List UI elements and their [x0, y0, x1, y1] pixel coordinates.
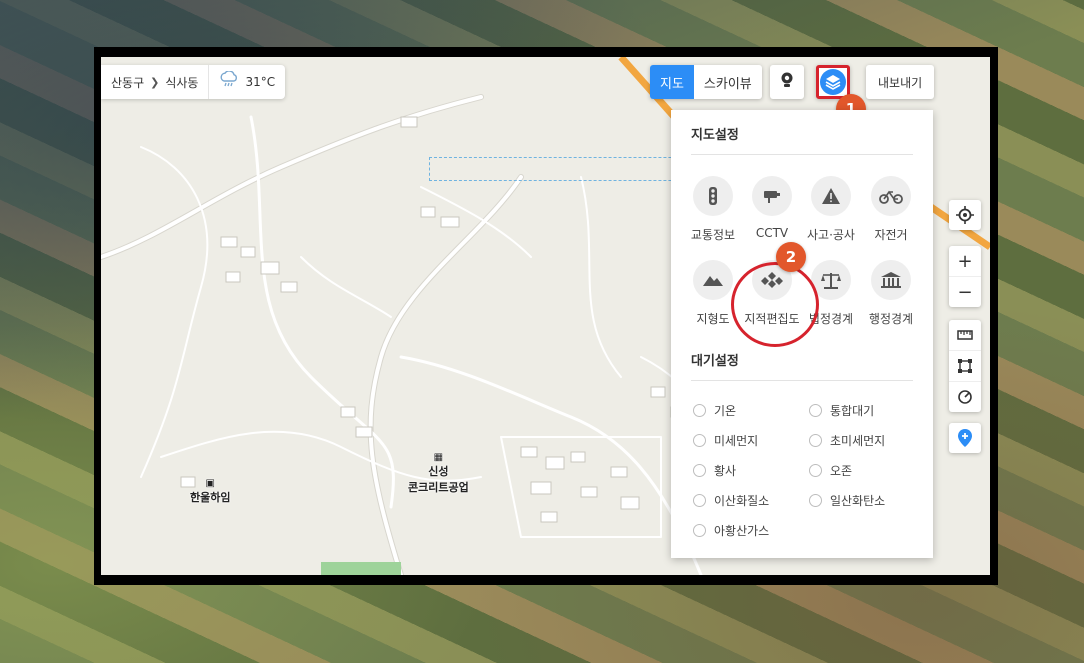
air-option-cai[interactable]: 통합대기: [809, 402, 874, 419]
layer-label: 지형도: [696, 312, 730, 326]
crosshair-icon: [956, 206, 974, 224]
breadcrumb-dong[interactable]: 식사동: [165, 74, 198, 91]
air-option-pm10[interactable]: 미세먼지: [693, 432, 758, 449]
minus-icon: −: [957, 281, 973, 303]
measure-tools: [949, 320, 981, 412]
plus-icon: +: [957, 250, 973, 272]
layer-label: 사고·공사: [807, 228, 855, 242]
layer-cctv[interactable]: CCTV: [738, 176, 806, 240]
poi-label-line2: 콘크리트공업: [408, 481, 469, 494]
air-option-ozone[interactable]: 오존: [809, 462, 852, 479]
building-icon: ▣: [205, 478, 215, 489]
air-option-label: 미세먼지: [714, 434, 759, 448]
radio-button[interactable]: [693, 524, 706, 537]
air-option-temperature[interactable]: 기온: [693, 402, 736, 419]
radio-button[interactable]: [693, 434, 706, 447]
place-control: [949, 423, 981, 453]
poi-hanul-haim[interactable]: ▣ 한울하임: [190, 478, 230, 505]
highlight-ring: [731, 262, 819, 347]
bicycle-icon: [871, 176, 911, 216]
poi-label: 한울하임: [190, 491, 231, 504]
air-option-no2[interactable]: 이산화질소: [693, 492, 769, 509]
layer-label: 교통정보: [690, 228, 736, 242]
layers-button[interactable]: [816, 65, 850, 99]
air-option-label: 초미세먼지: [830, 434, 886, 448]
divider: [691, 154, 913, 155]
traffic-light-icon: [693, 176, 733, 216]
breadcrumb-region[interactable]: 산동구 ❯ 식사동: [101, 65, 208, 99]
roadview-camera-icon: [778, 71, 796, 93]
step-badge-2: 2: [776, 242, 806, 272]
roadview-button[interactable]: [770, 65, 804, 99]
air-option-label: 황사: [714, 464, 737, 478]
radio-button[interactable]: [809, 494, 822, 507]
radio-button[interactable]: [809, 464, 822, 477]
air-option-so2[interactable]: 아황산가스: [693, 522, 769, 539]
warning-icon: [811, 176, 851, 216]
poi-label-line1: 신성: [428, 465, 449, 478]
rain-cloud-icon: [219, 70, 239, 93]
distance-measure-button[interactable]: [949, 320, 981, 350]
map-settings-title: 지도설정: [691, 128, 739, 143]
air-settings-title: 대기설정: [691, 354, 739, 369]
area-measure-button[interactable]: [949, 350, 981, 381]
air-option-label: 일산화탄소: [830, 494, 886, 508]
factory-icon: ▦: [433, 452, 444, 463]
air-option-yellow-dust[interactable]: 황사: [693, 462, 736, 479]
mountain-icon: [693, 260, 733, 300]
area-icon: [958, 359, 972, 373]
map-pin-plus-icon: [958, 429, 972, 447]
layer-accident[interactable]: 사고·공사: [797, 176, 865, 243]
layer-label: 행정경계: [868, 312, 914, 326]
cctv-icon: [752, 176, 792, 216]
radio-button[interactable]: [809, 434, 822, 447]
breadcrumb-district[interactable]: 산동구: [111, 74, 144, 91]
my-location-control: [949, 200, 981, 230]
zoom-out-button[interactable]: −: [949, 276, 981, 307]
chevron-right-icon: ❯: [150, 75, 160, 89]
zoom-control: + −: [949, 246, 981, 307]
layer-bicycle[interactable]: 자전거: [857, 176, 925, 243]
layer-label: CCTV: [755, 226, 789, 240]
air-option-co[interactable]: 일산화탄소: [809, 492, 885, 509]
add-place-button[interactable]: [949, 423, 981, 453]
layer-traffic[interactable]: 교통정보: [679, 176, 747, 243]
layer-label: 자전거: [874, 228, 908, 242]
zoom-in-button[interactable]: +: [949, 246, 981, 276]
air-option-label: 기온: [714, 404, 737, 418]
compass-icon: [958, 390, 972, 404]
air-option-pm25[interactable]: 초미세먼지: [809, 432, 885, 449]
radio-button[interactable]: [693, 464, 706, 477]
air-option-label: 아황산가스: [714, 524, 770, 538]
radio-button[interactable]: [809, 404, 822, 417]
export-button[interactable]: 내보내기: [866, 65, 935, 99]
divider: [691, 380, 913, 381]
weather-widget[interactable]: 31°C: [208, 65, 285, 99]
temperature-text: 31°C: [245, 75, 276, 89]
air-option-label: 이산화질소: [714, 494, 770, 508]
location-breadcrumb: 산동구 ❯ 식사동 31°C: [101, 65, 286, 99]
map-type-map-button[interactable]: 지도: [650, 65, 694, 99]
ruler-icon: [957, 330, 973, 340]
layer-admin-boundary[interactable]: 행정경계: [857, 260, 925, 327]
air-option-label: 오존: [830, 464, 853, 478]
government-building-icon: [871, 260, 911, 300]
radius-measure-button[interactable]: [949, 381, 981, 412]
air-option-label: 통합대기: [830, 404, 875, 418]
my-location-button[interactable]: [949, 200, 981, 230]
radio-button[interactable]: [693, 404, 706, 417]
radio-button[interactable]: [693, 494, 706, 507]
poi-factory[interactable]: ▦ 신성 콘크리트공업: [408, 452, 469, 495]
map-type-skyview-button[interactable]: 스카이뷰: [694, 65, 762, 99]
map-type-toggle: 지도 스카이뷰: [650, 65, 762, 99]
layers-icon: [820, 69, 846, 95]
